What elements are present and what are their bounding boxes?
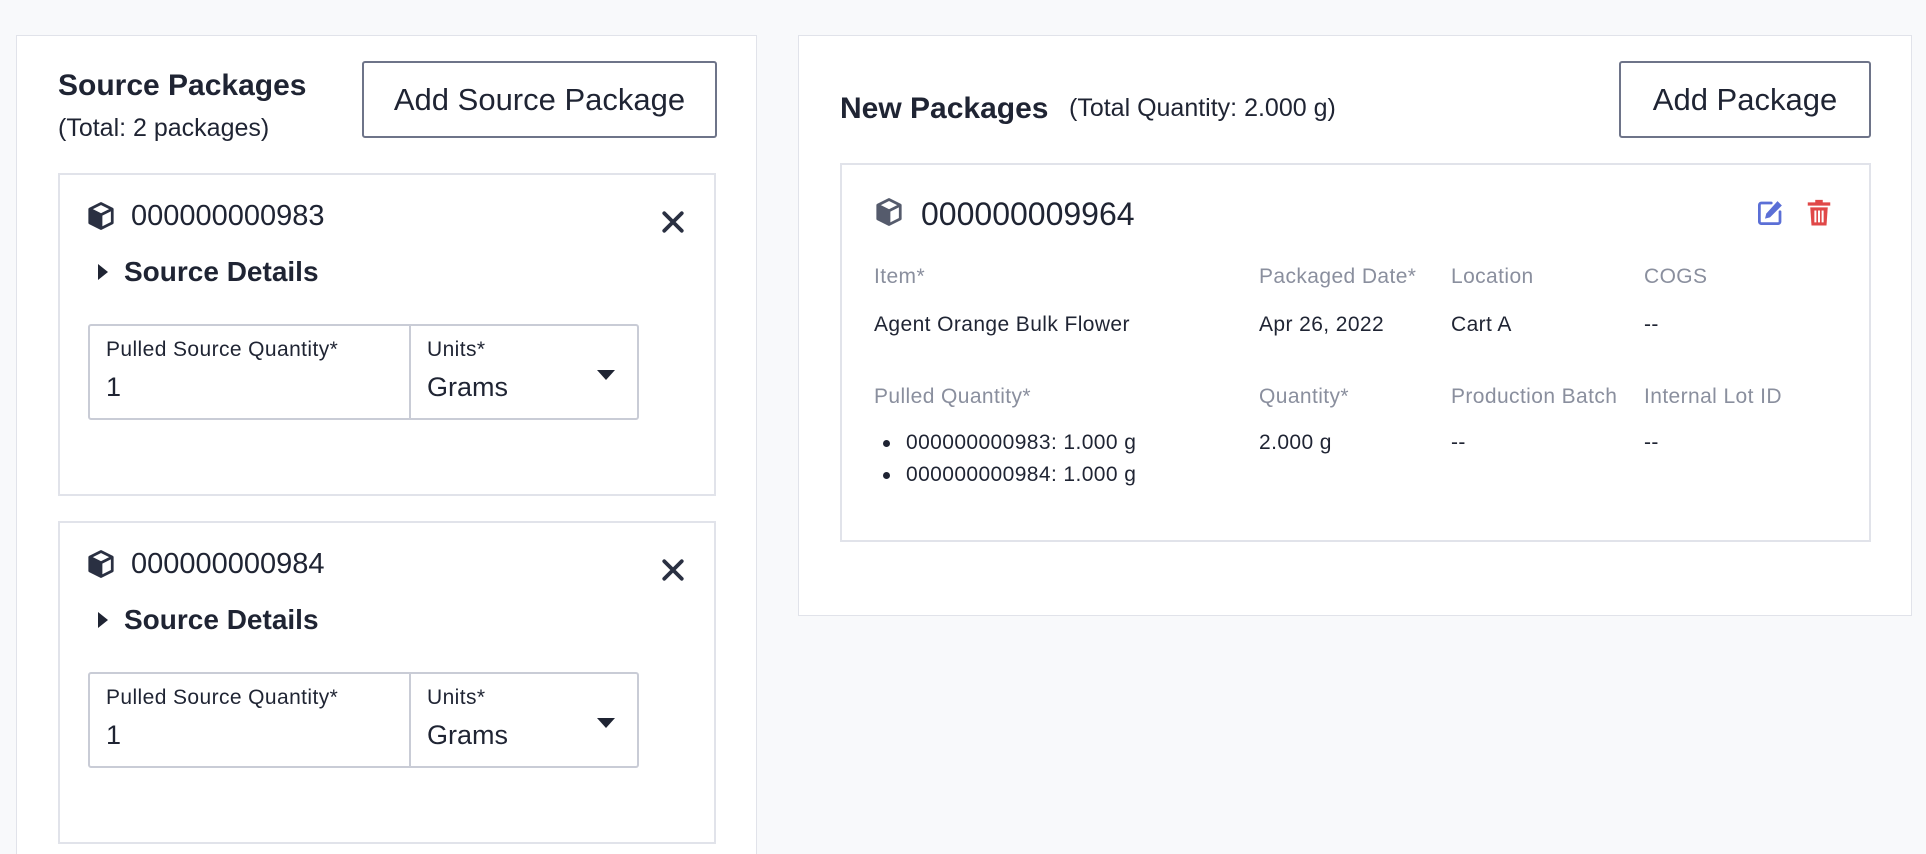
quantity-label: Quantity* <box>1259 385 1349 408</box>
package-icon <box>876 198 902 226</box>
source-packages-title: Source Packages <box>58 69 307 102</box>
quantity-value: 2.000 g <box>1259 431 1332 454</box>
source-details-toggle[interactable]: Source Details <box>98 256 319 288</box>
packaged-date-label: Packaged Date* <box>1259 265 1417 288</box>
source-packages-total: (Total: 2 packages) <box>58 114 270 142</box>
pulled-quantity-label: Pulled Quantity* <box>874 385 1031 408</box>
close-icon[interactable] <box>658 555 688 585</box>
source-details-label: Source Details <box>124 604 319 635</box>
package-icon <box>88 202 114 230</box>
caret-right-icon <box>98 612 108 628</box>
pulled-quantity-fieldset: Pulled Source Quantity* 1 Units* Grams <box>88 324 639 420</box>
units-label: Units* <box>427 338 486 361</box>
units-value: Grams <box>427 720 508 750</box>
caret-down-icon <box>597 718 615 728</box>
internal-lot-id-value: -- <box>1644 431 1659 454</box>
pulled-source-quantity-label: Pulled Source Quantity* <box>106 338 339 361</box>
pulled-quantity-fieldset: Pulled Source Quantity* 1 Units* Grams <box>88 672 639 768</box>
caret-down-icon <box>597 370 615 380</box>
units-label: Units* <box>427 686 486 709</box>
cogs-value: -- <box>1644 313 1659 336</box>
new-packages-panel: New Packages (Total Quantity: 2.000 g) A… <box>798 35 1912 616</box>
pulled-source-quantity-field[interactable]: Pulled Source Quantity* 1 <box>90 674 409 766</box>
pulled-source-quantity-value: 1 <box>106 720 122 750</box>
packaged-date-value: Apr 26, 2022 <box>1259 313 1385 336</box>
item-label: Item* <box>874 265 926 288</box>
source-package-card: 000000000983 Source Details Pulled Sourc… <box>58 173 716 496</box>
production-batch-label: Production Batch <box>1451 385 1618 408</box>
caret-right-icon <box>98 264 108 280</box>
source-package-card: 000000000984 Source Details Pulled Sourc… <box>58 521 716 844</box>
item-value: Agent Orange Bulk Flower <box>874 313 1130 336</box>
location-label: Location <box>1451 265 1534 288</box>
pulled-source-quantity-field[interactable]: Pulled Source Quantity* 1 <box>90 326 409 418</box>
cogs-label: COGS <box>1644 265 1708 288</box>
trash-icon[interactable] <box>1804 198 1834 228</box>
production-batch-value: -- <box>1451 431 1466 454</box>
units-select[interactable]: Units* Grams <box>409 326 637 418</box>
pulled-source-quantity-label: Pulled Source Quantity* <box>106 686 339 709</box>
pulled-source-quantity-value: 1 <box>106 372 122 402</box>
source-details-toggle[interactable]: Source Details <box>98 604 319 636</box>
units-value: Grams <box>427 372 508 402</box>
new-packages-title: New Packages <box>840 92 1049 125</box>
list-item: 000000000984: 1.000 g <box>874 459 1136 491</box>
edit-icon[interactable] <box>1755 198 1785 228</box>
new-packages-total: (Total Quantity: 2.000 g) <box>1069 94 1336 122</box>
source-package-id: 000000000983 <box>131 200 325 232</box>
close-icon[interactable] <box>658 207 688 237</box>
new-package-id: 000000009964 <box>921 196 1135 232</box>
list-item: 000000000983: 1.000 g <box>874 427 1136 459</box>
add-package-button[interactable]: Add Package <box>1619 61 1871 138</box>
units-select[interactable]: Units* Grams <box>409 674 637 766</box>
new-package-card: 000000009964 Item* Packaged Date* Locati… <box>840 163 1871 542</box>
internal-lot-id-label: Internal Lot ID <box>1644 385 1782 408</box>
source-details-label: Source Details <box>124 256 319 287</box>
location-value: Cart A <box>1451 313 1512 336</box>
source-package-id: 000000000984 <box>131 548 325 580</box>
package-icon <box>88 550 114 578</box>
pulled-quantity-list: 000000000983: 1.000 g 000000000984: 1.00… <box>874 427 1136 491</box>
add-source-package-button[interactable]: Add Source Package <box>362 61 717 138</box>
source-packages-panel: Source Packages (Total: 2 packages) Add … <box>16 35 757 854</box>
